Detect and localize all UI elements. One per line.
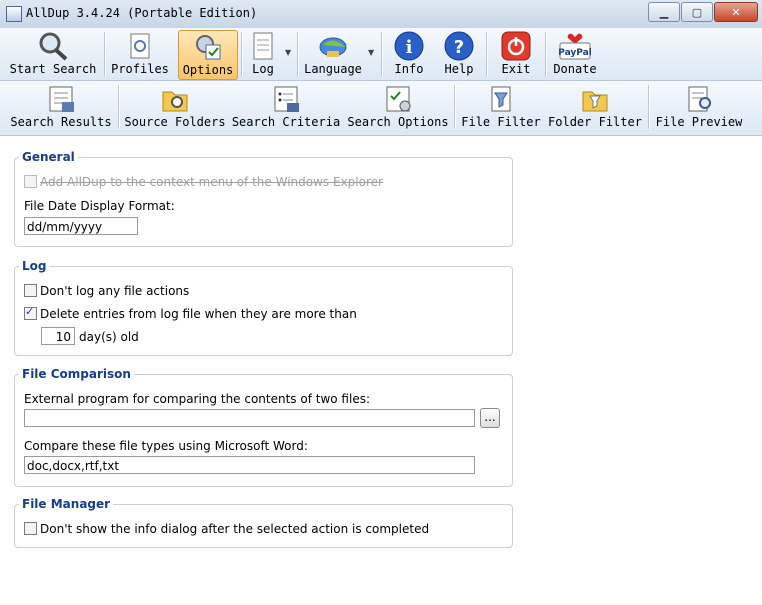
search-options-label: Search Options xyxy=(347,115,449,129)
context-menu-option: Add AllDup to the context menu of the Wi… xyxy=(24,175,383,189)
file-preview-icon xyxy=(688,86,711,112)
word-types-label: Compare these file types using Microsoft… xyxy=(24,439,308,453)
paypal-icon: PayPal xyxy=(558,33,592,60)
days-input[interactable]: 10 xyxy=(41,327,75,345)
folder-search-icon xyxy=(162,91,188,112)
file-comparison-legend: File Comparison xyxy=(22,367,131,381)
folder-filter-icon xyxy=(582,91,608,112)
file-preview-button[interactable]: File Preview xyxy=(654,83,744,131)
search-results-button[interactable]: Search Results xyxy=(8,83,114,131)
date-format-label: File Date Display Format: xyxy=(24,199,175,213)
info-icon: i xyxy=(394,31,424,61)
file-preview-label: File Preview xyxy=(655,115,743,129)
dont-show-info-label: Don't show the info dialog after the sel… xyxy=(40,522,430,536)
app-icon xyxy=(6,6,22,22)
help-icon: ? xyxy=(444,31,474,61)
dont-show-info-option[interactable]: Don't show the info dialog after the sel… xyxy=(24,522,429,536)
file-filter-icon xyxy=(491,86,511,112)
help-button[interactable]: ? Help xyxy=(437,30,481,78)
donate-label: Donate xyxy=(553,62,597,76)
info-label: Info xyxy=(394,62,424,76)
profiles-button[interactable]: Profiles xyxy=(108,30,172,78)
language-dropdown-arrow[interactable]: ▼ xyxy=(368,48,374,57)
options-icon xyxy=(196,35,221,60)
search-results-icon xyxy=(49,86,74,112)
delete-entries-option[interactable]: Delete entries from log file when they a… xyxy=(24,305,357,321)
context-menu-checkbox xyxy=(24,175,37,188)
file-filter-button[interactable]: File Filter xyxy=(460,83,542,131)
window-title: AllDup 3.4.24 (Portable Edition) xyxy=(26,6,258,20)
language-button[interactable]: Language xyxy=(301,30,365,78)
paypal-text: PayPal xyxy=(558,48,592,58)
options-button[interactable]: Options xyxy=(178,30,238,80)
context-menu-label: Add AllDup to the context menu of the Wi… xyxy=(40,175,383,189)
dont-log-label: Don't log any file actions xyxy=(40,284,190,298)
exit-icon xyxy=(501,31,531,61)
delete-entries-label: Delete entries from log file when they a… xyxy=(40,307,357,321)
magnifier-icon xyxy=(39,32,68,61)
external-program-input[interactable] xyxy=(24,409,475,427)
profiles-label: Profiles xyxy=(111,62,169,76)
donate-button[interactable]: PayPal Donate xyxy=(551,30,599,78)
word-types-input[interactable]: doc,docx,rtf,txt xyxy=(24,456,475,474)
search-options-icon xyxy=(386,86,411,112)
dont-log-option[interactable]: Don't log any file actions xyxy=(24,284,189,298)
exit-label: Exit xyxy=(501,62,531,76)
external-program-label: External program for comparing the conte… xyxy=(24,392,371,406)
browse-button[interactable]: ... xyxy=(480,408,500,428)
main-toolbar: Start Search Profiles Options Log ▼ Lang… xyxy=(0,28,762,81)
search-criteria-label: Search Criteria xyxy=(231,115,341,129)
date-format-input[interactable]: dd/mm/yyyy xyxy=(24,217,138,235)
svg-text:i: i xyxy=(406,37,413,58)
maximize-button[interactable]: ▢ xyxy=(681,2,713,22)
dont-show-info-checkbox[interactable] xyxy=(24,522,37,535)
source-folders-button[interactable]: Source Folders xyxy=(124,83,226,131)
log-icon xyxy=(253,32,273,60)
options-label: Options xyxy=(182,63,234,77)
file-manager-legend: File Manager xyxy=(22,497,111,511)
section-toolbar: Search Results Source Folders Search Cri… xyxy=(0,81,762,136)
help-label: Help xyxy=(444,62,474,76)
start-search-button[interactable]: Start Search xyxy=(6,30,100,78)
general-legend: General xyxy=(22,150,75,164)
title-bar: AllDup 3.4.24 (Portable Edition) ▁ ▢ ✕ xyxy=(0,0,762,29)
log-button[interactable]: Log xyxy=(245,30,281,78)
search-criteria-button[interactable]: Search Criteria xyxy=(232,83,340,131)
exit-button[interactable]: Exit xyxy=(494,30,538,78)
start-search-label: Start Search xyxy=(9,62,97,76)
log-legend: Log xyxy=(22,259,47,273)
search-criteria-icon xyxy=(274,86,299,112)
info-button[interactable]: i Info xyxy=(387,30,431,78)
svg-text:?: ? xyxy=(454,37,464,58)
language-label: Language xyxy=(304,62,362,76)
folder-filter-button[interactable]: Folder Filter xyxy=(548,83,642,131)
source-folders-label: Source Folders xyxy=(124,115,226,129)
days-label: day(s) old xyxy=(79,330,139,344)
profiles-icon xyxy=(130,33,150,59)
folder-filter-label: Folder Filter xyxy=(548,115,642,129)
file-filter-label: File Filter xyxy=(461,115,541,129)
dont-log-checkbox[interactable] xyxy=(24,284,37,297)
log-dropdown-arrow[interactable]: ▼ xyxy=(285,48,291,57)
language-icon xyxy=(319,37,347,57)
search-results-label: Search Results xyxy=(10,115,112,129)
minimize-button[interactable]: ▁ xyxy=(648,2,680,22)
delete-entries-checkbox[interactable] xyxy=(24,305,37,320)
search-options-button[interactable]: Search Options xyxy=(346,83,450,131)
log-label: Log xyxy=(252,62,274,76)
close-button[interactable]: ✕ xyxy=(714,2,758,22)
